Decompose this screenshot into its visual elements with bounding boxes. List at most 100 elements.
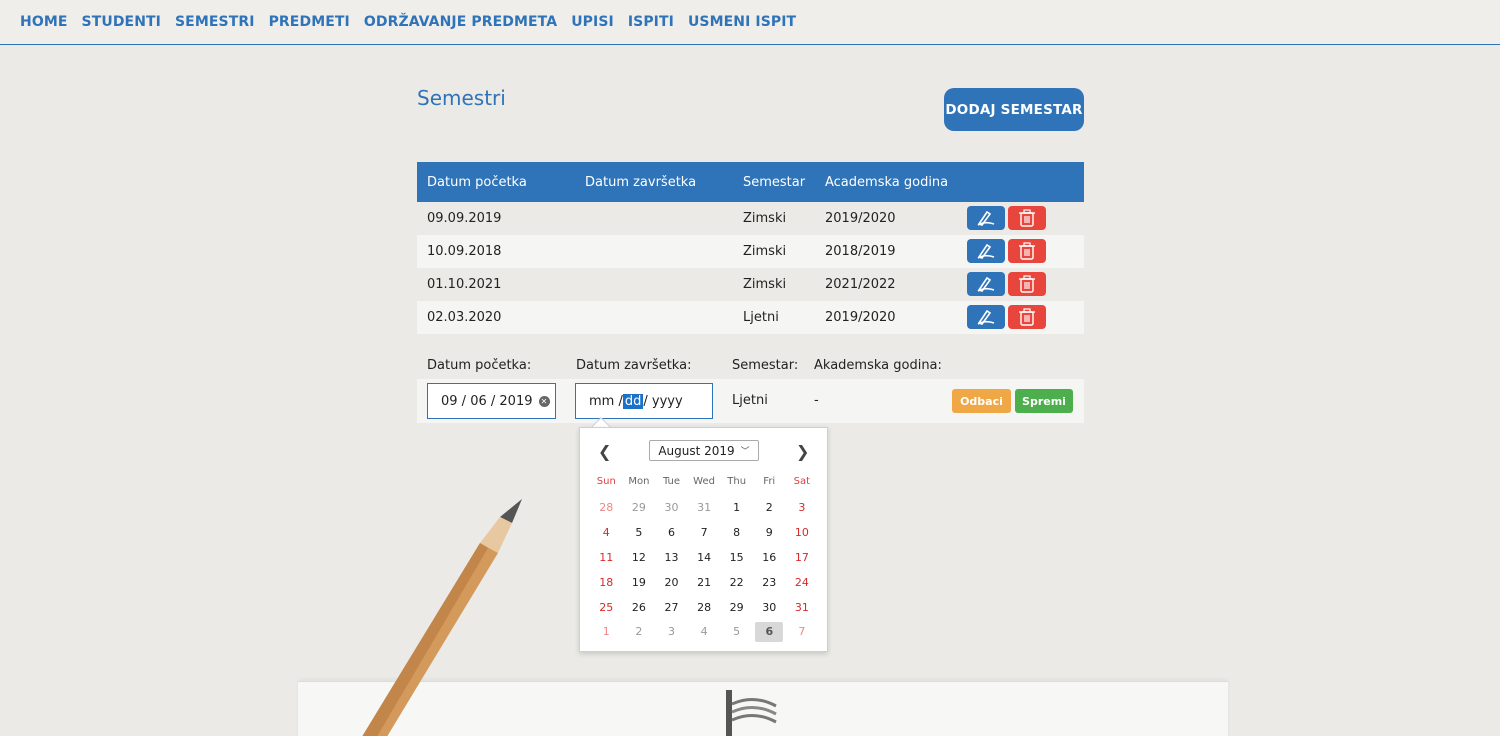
calendar-day[interactable]: 13	[655, 548, 688, 568]
calendar-header: ❮ August 2019 ﹀ ❯	[580, 440, 829, 462]
calendar-day[interactable]: 24	[786, 573, 819, 593]
nav-home[interactable]: HOME	[20, 14, 68, 30]
pencil-decoration	[362, 499, 522, 736]
start-date-input[interactable]: 09 / 06 / 2019 ✕	[427, 383, 556, 419]
page-title: Semestri	[417, 86, 506, 110]
prev-month-icon[interactable]: ❮	[598, 442, 611, 461]
calendar-day[interactable]: 8	[720, 523, 753, 543]
calendar-day[interactable]: 5	[623, 523, 656, 543]
calendar-day[interactable]: 18	[590, 573, 623, 593]
edit-icon	[977, 210, 995, 226]
delete-button[interactable]	[1008, 206, 1046, 230]
table-row: 01.10.2021 Zimski 2021/2022	[417, 268, 1084, 301]
calendar-day[interactable]: 30	[655, 498, 688, 518]
calendar-day[interactable]: 12	[623, 548, 656, 568]
cell-semester: Zimski	[743, 277, 787, 292]
trash-icon	[1019, 209, 1035, 227]
calendar-day[interactable]: 28	[688, 598, 721, 618]
calendar-day[interactable]: 7	[786, 622, 819, 642]
calendar-day[interactable]: 27	[655, 598, 688, 618]
row-actions	[967, 272, 1046, 296]
calendar-day-today[interactable]: 6	[755, 622, 784, 643]
calendar-day[interactable]: 28	[590, 498, 623, 518]
calendar-day[interactable]: 1	[720, 498, 753, 518]
calendar-day[interactable]: 21	[688, 573, 721, 593]
start-year: 2019	[499, 393, 533, 409]
calendar-day[interactable]: 26	[623, 598, 656, 618]
calendar-day[interactable]: 22	[720, 573, 753, 593]
edit-button[interactable]	[967, 305, 1005, 329]
delete-button[interactable]	[1008, 272, 1046, 296]
calendar-day[interactable]: 17	[786, 548, 819, 568]
month-select[interactable]: August 2019 ﹀	[649, 440, 759, 461]
weekday-label: Sat	[793, 476, 811, 487]
calendar-day[interactable]: 3	[786, 498, 819, 518]
cancel-button[interactable]: Odbaci	[952, 389, 1011, 413]
delete-button[interactable]	[1008, 305, 1046, 329]
calendar-day[interactable]: 1	[590, 622, 623, 642]
calendar-day[interactable]: 6	[655, 523, 688, 543]
weekday-label: Tue	[662, 476, 681, 487]
next-month-icon[interactable]: ❯	[796, 442, 809, 461]
calendar-day[interactable]: 29	[623, 498, 656, 518]
header-semester: Semestar	[743, 174, 806, 190]
calendar-day[interactable]: 4	[590, 523, 623, 543]
header-start-date: Datum početka	[427, 174, 527, 190]
weekday-label: Wed	[693, 476, 715, 487]
add-semester-button[interactable]: DODAJ SEMESTAR	[944, 88, 1084, 131]
calendar-day[interactable]: 3	[655, 622, 688, 642]
calendar-week: 1 2 3 4 5 6 7	[590, 620, 820, 645]
calendar-day[interactable]: 25	[590, 598, 623, 618]
calendar-day[interactable]: 15	[720, 548, 753, 568]
edit-button[interactable]	[967, 239, 1005, 263]
edit-button[interactable]	[967, 206, 1005, 230]
calendar-day[interactable]: 19	[623, 573, 656, 593]
calendar-day[interactable]: 9	[753, 523, 786, 543]
weekday-label: Thu	[727, 476, 747, 487]
semester-value: Ljetni	[732, 393, 768, 408]
calendar-day[interactable]: 23	[753, 573, 786, 593]
cell-academic-year: 2018/2019	[825, 244, 896, 259]
calendar-day[interactable]: 7	[688, 523, 721, 543]
nav-ispiti[interactable]: ISPITI	[628, 14, 674, 30]
calendar-day[interactable]: 10	[786, 523, 819, 543]
save-button[interactable]: Spremi	[1015, 389, 1073, 413]
calendar-day[interactable]: 29	[720, 598, 753, 618]
cell-semester: Zimski	[743, 244, 787, 259]
cell-start-date: 09.09.2019	[427, 211, 502, 226]
calendar-day[interactable]: 20	[655, 573, 688, 593]
calendar-day[interactable]: 14	[688, 548, 721, 568]
delete-button[interactable]	[1008, 239, 1046, 263]
calendar-day[interactable]: 31	[688, 498, 721, 518]
clear-date-icon[interactable]: ✕	[538, 395, 550, 407]
cell-start-date: 01.10.2021	[427, 277, 502, 292]
calendar-day[interactable]: 11	[590, 548, 623, 568]
end-date-input[interactable]: mm / dd / yyyy	[575, 383, 713, 419]
trash-icon	[1019, 242, 1035, 260]
calendar-day[interactable]: 30	[753, 598, 786, 618]
weekday-headers: Sun Mon Tue Wed Thu Fri Sat	[590, 476, 820, 487]
cell-semester: Ljetni	[743, 310, 779, 325]
calendar-day[interactable]: 16	[753, 548, 786, 568]
nav-studenti[interactable]: STUDENTI	[82, 14, 161, 30]
calendar-day[interactable]: 5	[720, 622, 753, 642]
date-picker-calendar: ❮ August 2019 ﹀ ❯ Sun Mon Tue Wed Thu Fr…	[579, 427, 828, 652]
calendar-day[interactable]: 2	[623, 622, 656, 642]
calendar-day[interactable]: 2	[753, 498, 786, 518]
nav-predmeti[interactable]: PREDMETI	[269, 14, 350, 30]
nav-odrzavanje-predmeta[interactable]: ODRŽAVANJE PREDMETA	[364, 14, 557, 30]
calendar-week: 18 19 20 21 22 23 24	[590, 570, 820, 595]
nav-semestri[interactable]: SEMESTRI	[175, 14, 255, 30]
nav-usmeni-ispit[interactable]: USMENI ISPIT	[688, 14, 796, 30]
new-semester-form-labels: Datum početka: Datum završetka: Semestar…	[417, 358, 1084, 376]
edit-button[interactable]	[967, 272, 1005, 296]
calendar-day[interactable]: 4	[688, 622, 721, 642]
calendar-day[interactable]: 31	[786, 598, 819, 618]
cell-start-date: 10.09.2018	[427, 244, 502, 259]
weekday-label: Fri	[763, 476, 776, 487]
edit-icon	[977, 276, 995, 292]
academic-year-value: -	[814, 393, 819, 408]
nav-upisi[interactable]: UPISI	[571, 14, 614, 30]
calendar-week: 11 12 13 14 15 16 17	[590, 546, 820, 571]
cell-academic-year: 2019/2020	[825, 211, 896, 226]
